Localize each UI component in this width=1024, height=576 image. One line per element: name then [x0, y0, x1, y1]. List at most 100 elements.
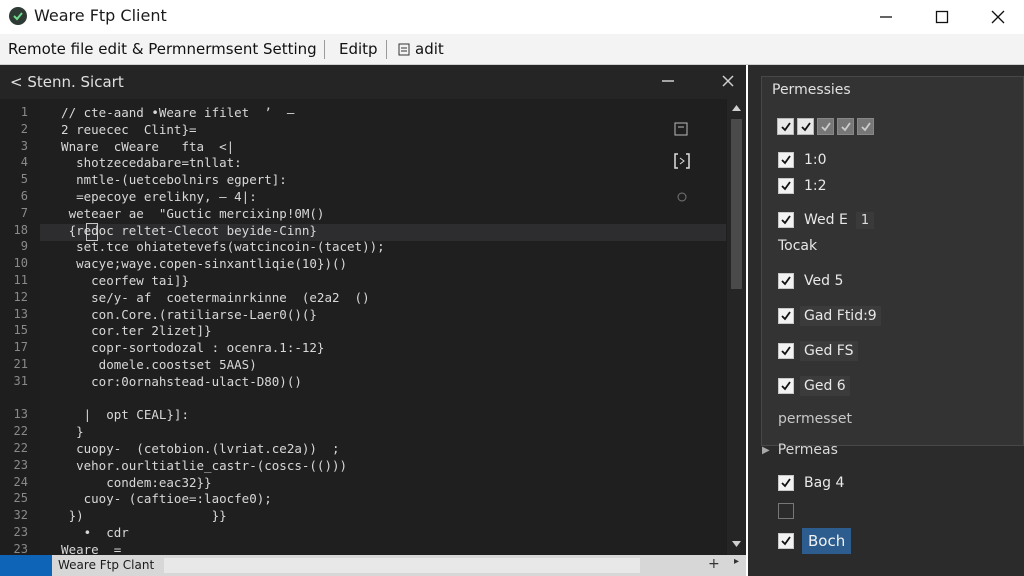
checkbox[interactable]	[778, 475, 794, 491]
checkbox[interactable]	[778, 178, 794, 194]
line-number: 31	[13, 373, 28, 388]
checkbox[interactable]	[778, 308, 794, 324]
perm-bit-checkbox-1[interactable]	[777, 118, 794, 135]
line-number: 21	[13, 357, 28, 371]
permission-bit-checkboxes	[777, 118, 874, 135]
checkbox[interactable]	[778, 152, 794, 168]
permissions-title: Permessies	[772, 82, 851, 98]
menu-editp[interactable]: Editp	[339, 40, 378, 58]
permission-row[interactable]: Ved 5	[778, 271, 843, 291]
perm-bit-checkbox-4[interactable]	[837, 118, 854, 135]
checkbox[interactable]	[778, 378, 794, 394]
code-line: =epecoye erelikny, — 4|:	[46, 189, 257, 204]
permission-row[interactable]: Ged 6	[778, 376, 850, 396]
permission-label: 1:2	[804, 178, 827, 194]
line-number: 9	[20, 239, 28, 254]
panel-minimize-icon[interactable]	[660, 73, 676, 89]
permission-label: Wed E	[804, 212, 848, 228]
perm-bit-checkbox-2[interactable]	[797, 118, 814, 135]
editor-header: < Stenn. Sicart	[0, 65, 746, 99]
line-number: 24	[13, 474, 28, 489]
code-line: nmtle-(uetcebolnirs egpert]:	[46, 172, 287, 188]
checkbox[interactable]	[778, 343, 794, 359]
code-line: cor:0ornahstead-ulact-D80)()	[46, 373, 302, 389]
permission-row[interactable]	[778, 501, 794, 521]
permeas-section-header[interactable]: ▶ Permeas	[762, 442, 838, 458]
code-line: cor.ter 2lizet]}	[46, 323, 212, 339]
code-line: • cdr	[46, 525, 129, 540]
checkbox[interactable]	[778, 503, 794, 519]
code-line: {redoc reltet-Clecot beyide-Cinn}	[46, 222, 317, 238]
line-number-gutter: 1 2 3 4 5 6 7 18 9 10 11 12 13 15 17 21 31 13 22 22 23 24 25 32…	[0, 99, 38, 556]
code-line: ceorfew tai]}	[46, 273, 189, 288]
scrollbar-thumb[interactable]	[731, 119, 742, 289]
code-line: | opt CEAL}]:	[46, 407, 189, 423]
code-line: Wnare cWeare fta <|	[46, 138, 235, 154]
code-line: shotzecedabare=tnllat:	[46, 155, 242, 171]
code-line: set.tce ohiatetevefs(watcincoin-(tacet))…	[46, 239, 385, 255]
permission-row[interactable]: 1:0	[778, 150, 827, 170]
line-number: 4	[20, 155, 28, 170]
horizontal-scrollbar[interactable]	[164, 558, 640, 573]
line-number: 32	[13, 508, 28, 523]
tocak-label: Tocak	[778, 238, 818, 254]
code-line: cuopy- (cetobion.(lvriat.ce2a)) ;	[46, 441, 340, 456]
perm-bit-checkbox-3[interactable]	[817, 118, 834, 135]
menu-bar: Remote file edit & Permnermsent Setting …	[0, 34, 1024, 65]
code-line: vehor.ourltiatlie_castr-(coscs-(()))	[46, 457, 348, 473]
line-number: 23	[13, 457, 28, 472]
title-bar: Weare Ftp Client	[0, 0, 1024, 34]
permissions-sidebar: Permessies 1:0 1:2 Wed E 1 Tocak Ved 5 G…	[748, 65, 1024, 576]
menu-divider	[386, 40, 387, 59]
permission-row[interactable]: Ged FS	[778, 341, 858, 361]
checkbox[interactable]	[778, 533, 794, 549]
boch-button[interactable]: Boch	[802, 528, 852, 554]
maximize-button[interactable]	[918, 0, 966, 34]
permission-row[interactable]: Gad Ftid:9	[778, 306, 881, 326]
permission-row[interactable]: Boch	[778, 528, 852, 554]
line-number: 18	[13, 222, 28, 237]
close-icon	[991, 10, 1005, 24]
code-line: Weare =	[46, 541, 122, 555]
permission-row[interactable]: Wed E 1	[778, 210, 875, 230]
code-line: se/y- af coetermainrkinne (e2a2 ()	[46, 289, 370, 305]
menu-adit[interactable]: adit	[398, 40, 444, 58]
code-line: con.Core.(ratiliarse-Laer0()(}	[46, 306, 317, 322]
perm-bit-checkbox-5[interactable]	[857, 118, 874, 135]
permission-badge: 1	[855, 211, 875, 229]
copy-icon[interactable]	[672, 119, 692, 139]
permission-label: 1:0	[804, 152, 827, 168]
close-button[interactable]	[974, 0, 1022, 34]
line-number: 13	[13, 407, 28, 422]
scroll-right-icon[interactable]: ▸	[734, 556, 739, 567]
minimize-button[interactable]	[862, 0, 910, 34]
permission-row[interactable]: 1:2	[778, 176, 827, 196]
status-accent	[0, 555, 52, 576]
bracket-icon[interactable]	[672, 151, 692, 171]
line-number: 11	[13, 273, 28, 287]
app-logo-icon	[9, 7, 27, 25]
line-number: 1	[20, 105, 28, 119]
section-label: Permeas	[777, 442, 838, 458]
panel-close-icon[interactable]	[720, 73, 736, 89]
add-icon[interactable]: +	[708, 556, 720, 572]
status-text: Weare Ftp Clant	[58, 558, 155, 572]
scroll-down-icon[interactable]	[730, 539, 743, 549]
line-number: 6	[20, 189, 28, 203]
menu-remote-file-edit[interactable]: Remote file edit & Permnermsent Setting	[8, 40, 317, 58]
checkbox[interactable]	[778, 273, 794, 289]
menu-adit-label: adit	[415, 40, 444, 58]
code-line: cuoy- (caftioe=:laocfe0);	[46, 491, 272, 507]
code-line: // cte-aand •Weare ifilet ’ —	[46, 105, 295, 120]
line-number: 2	[20, 121, 28, 136]
vertical-scrollbar[interactable]	[727, 99, 746, 555]
code-area[interactable]: // cte-aand •Weare ifilet ’ — 2 reuecec …	[40, 99, 726, 555]
settings-icon[interactable]	[672, 187, 692, 207]
window-title: Weare Ftp Client	[34, 6, 167, 25]
line-number: 15	[13, 323, 28, 338]
permission-row[interactable]: Bag 4	[778, 473, 844, 493]
permission-label: Ged FS	[800, 341, 858, 361]
checkbox[interactable]	[778, 212, 794, 228]
scroll-up-icon[interactable]	[730, 103, 743, 113]
code-line: 2 reuecec Clint}=	[46, 121, 197, 137]
